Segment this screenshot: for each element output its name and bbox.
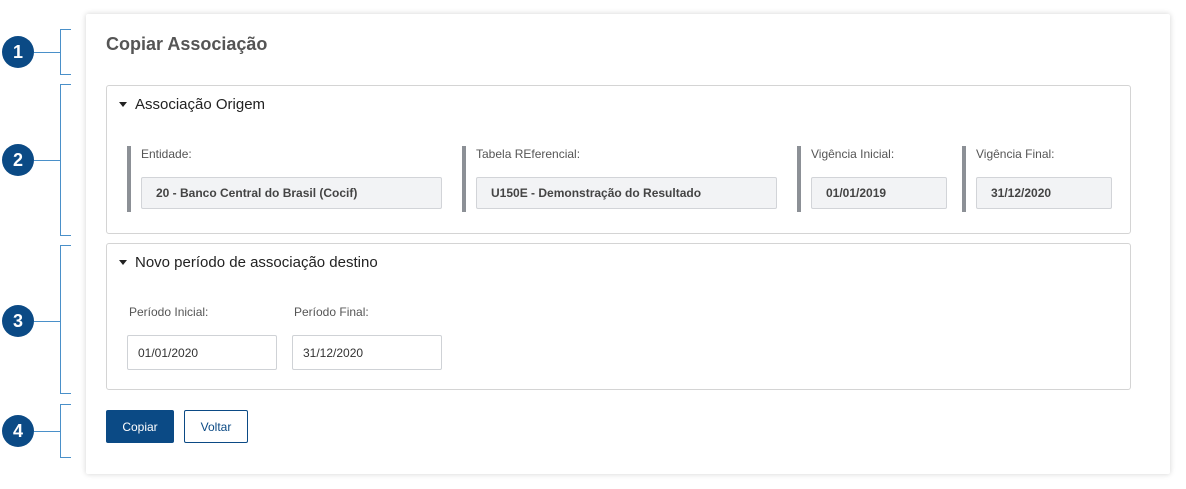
validity-end-field: Vigência Final: 31/12/2020 [962, 146, 1116, 212]
copy-association-card: Copiar Associação Associação Origem Enti… [86, 14, 1170, 474]
reference-table-value: U150E - Demonstração do Resultado [476, 177, 777, 209]
annotation-bracket-4 [60, 404, 71, 458]
entity-field: Entidade: 20 - Banco Central do Brasil (… [127, 146, 451, 212]
start-period-input[interactable] [127, 335, 277, 370]
destination-panel-title: Novo período de associação destino [135, 254, 378, 271]
entity-value: 20 - Banco Central do Brasil (Cocif) [141, 177, 442, 209]
origin-association-panel: Associação Origem Entidade: 20 - Banco C… [106, 85, 1131, 234]
validity-end-label: Vigência Final: [976, 147, 1055, 161]
caret-down-icon [119, 260, 127, 265]
reference-table-label: Tabela REferencial: [476, 147, 581, 161]
annotation-marker-2: 2 [2, 144, 34, 176]
end-period-label: Período Final: [294, 305, 369, 319]
annotation-marker-3: 3 [2, 305, 34, 337]
copy-button[interactable]: Copiar [106, 410, 174, 443]
destination-panel-toggle[interactable]: Novo período de associação destino [119, 254, 378, 271]
annotation-connector-3 [34, 321, 60, 322]
validity-start-label: Vigência Inicial: [811, 147, 895, 161]
validity-end-value: 31/12/2020 [976, 177, 1112, 209]
start-period-label: Período Inicial: [129, 305, 209, 319]
validity-start-field: Vigência Inicial: 01/01/2019 [797, 146, 951, 212]
annotation-connector-1 [34, 52, 60, 53]
origin-panel-toggle[interactable]: Associação Origem [119, 96, 265, 113]
destination-period-panel: Novo período de associação destino Perío… [106, 243, 1131, 390]
annotation-connector-4 [34, 431, 60, 432]
back-button[interactable]: Voltar [184, 410, 248, 443]
reference-table-field: Tabela REferencial: U150E - Demonstração… [462, 146, 786, 212]
annotation-bracket-2 [60, 84, 71, 236]
annotation-marker-1: 1 [2, 36, 34, 68]
annotation-bracket-3 [60, 245, 71, 394]
page-title: Copiar Associação [106, 34, 268, 54]
origin-panel-title: Associação Origem [135, 96, 266, 113]
end-period-input[interactable] [292, 335, 442, 370]
annotation-bracket-1 [60, 29, 71, 75]
entity-label: Entidade: [141, 147, 192, 161]
annotation-marker-4: 4 [2, 415, 34, 447]
caret-down-icon [119, 102, 127, 107]
annotation-connector-2 [34, 160, 60, 161]
validity-start-value: 01/01/2019 [811, 177, 947, 209]
